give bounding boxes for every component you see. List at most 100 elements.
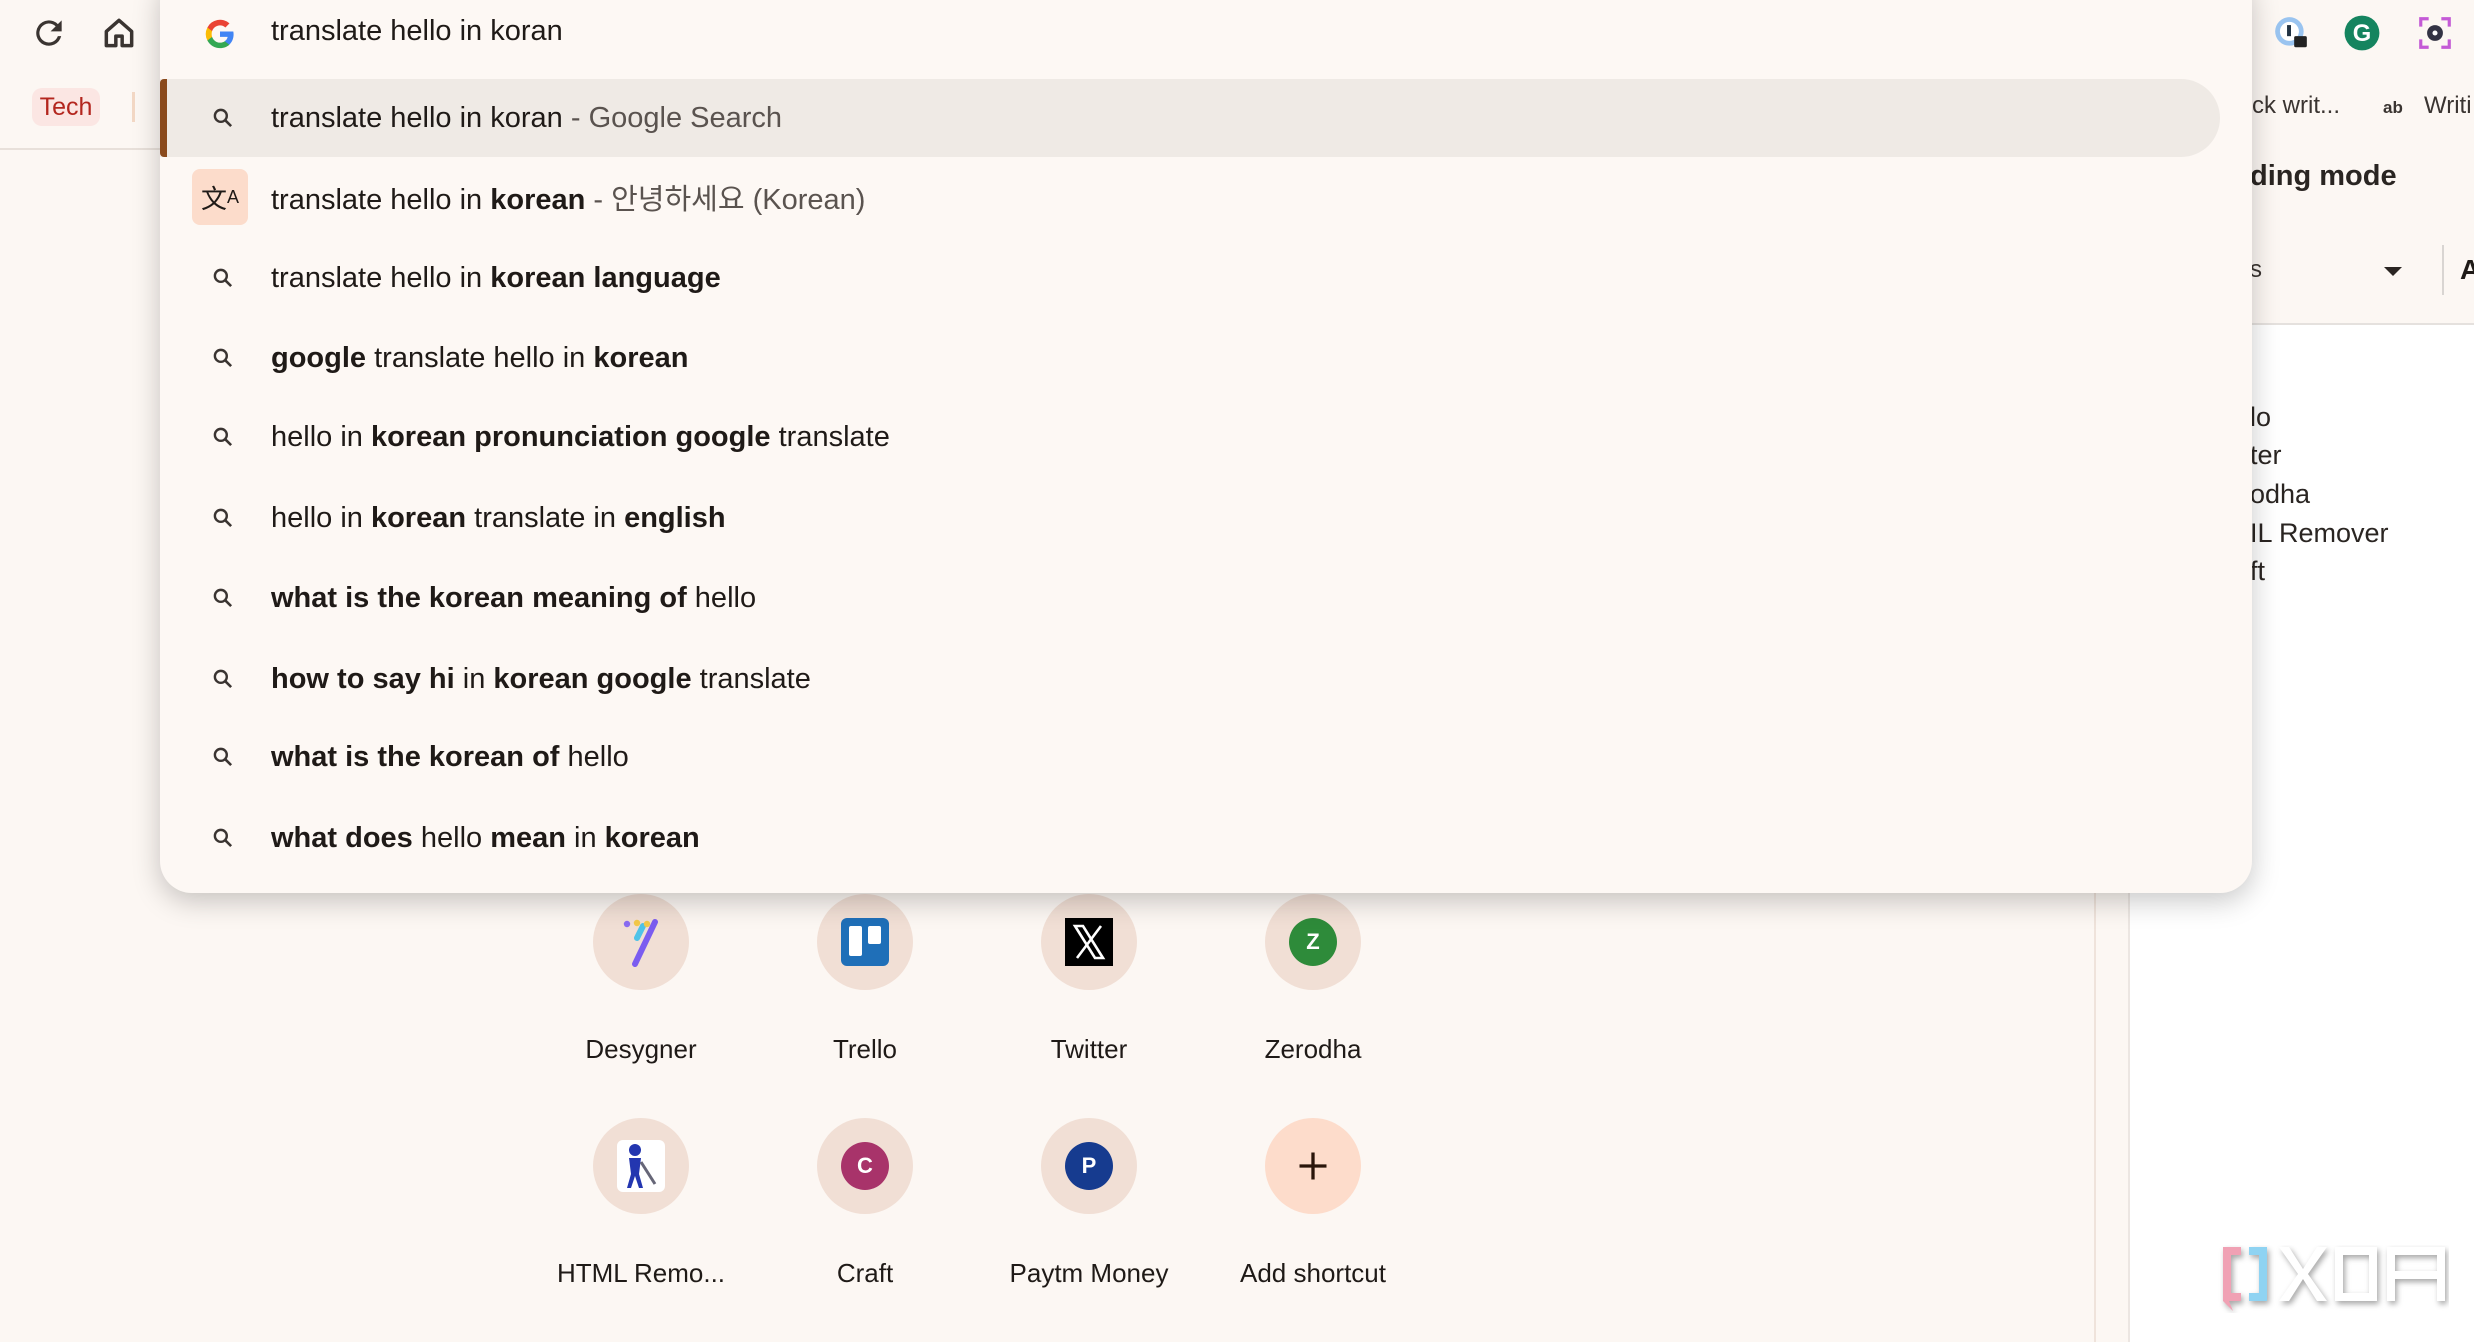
password-manager-icon[interactable] [2272, 14, 2310, 52]
suggestion-text-part: translate hello in koran [271, 101, 563, 134]
shortcut-label: Trello [832, 1034, 898, 1064]
bookmark-item[interactable]: ck writ... [2252, 92, 2340, 120]
suggestion-text: what does hello mean in korean [271, 822, 700, 855]
bookmark-folder-tech[interactable]: Tech [32, 88, 100, 126]
search-icon [206, 101, 240, 135]
search-icon [206, 501, 240, 535]
panel-resize-handle[interactable] [2128, 893, 2130, 1342]
shortcut-label: Add shortcut [1240, 1258, 1386, 1288]
shortcut-label: Craft [836, 1258, 894, 1288]
bookmark-item[interactable]: Writi [2424, 92, 2472, 120]
shortcut-tile[interactable]: P Paytm Money [989, 1118, 1189, 1289]
suggestion-match-bold: korean [604, 821, 700, 854]
suggestion-item[interactable]: 文 A translate hello in korean - 안녕하세요 (Kor… [160, 158, 2220, 236]
search-icon [206, 662, 240, 696]
shortcut-label: Twitter [1050, 1034, 1128, 1064]
suggestion-match-bold: korean [490, 184, 586, 216]
suggestion-text-part: hello [686, 581, 757, 614]
suggestion-match-bold: what does [271, 821, 413, 854]
suggestion-item[interactable]: translate hello in korean language [160, 239, 2220, 317]
suggestion-text-part: translate in [466, 501, 625, 534]
desygner-icon [593, 894, 689, 990]
suggestion-match-bold: what is the korean meaning of [271, 581, 687, 614]
suggestion-match-bold: mean [490, 821, 566, 854]
suggestion-item[interactable]: how to say hi in korean google translate [160, 640, 2220, 718]
toolbar-divider [2442, 245, 2444, 295]
suggestion-item[interactable]: what does hello mean in korean [160, 799, 2220, 877]
shortcut-tile[interactable]: Trello [765, 894, 965, 1065]
search-icon [206, 420, 240, 454]
suggestion-match-bold: korean language [490, 261, 721, 294]
shortcut-label: Desygner [585, 1034, 697, 1064]
shortcut-tile[interactable]: Desygner [541, 894, 741, 1065]
translate-icon: 文A [192, 169, 248, 225]
x-icon [1041, 894, 1137, 990]
letter-z-icon: Z [1265, 894, 1361, 990]
suggestion-text-part: hello [412, 821, 491, 854]
search-icon [206, 261, 240, 295]
reading-mode-title: ding mode [2250, 160, 2397, 192]
suggestion-match-bold: korean [370, 501, 467, 534]
html-remover-icon [593, 1118, 689, 1214]
suggestion-match-bold: english [624, 501, 726, 534]
reading-mode-item: ter [2250, 440, 2282, 470]
suggestion-text: hello in korean pronunciation google tra… [271, 421, 890, 454]
suggestion-text-part: hello in [271, 501, 371, 534]
letter-p-icon: P [1041, 1118, 1137, 1214]
reading-mode-item: odha [2250, 479, 2311, 509]
suggestion-text: how to say hi in korean google translate [271, 663, 811, 696]
reading-mode-item: IL Remover [2250, 518, 2389, 548]
bookmark-ab-icon: ab [2383, 98, 2403, 117]
suggestion-item[interactable]: what is the korean of hello [160, 718, 2220, 796]
xda-logo [2223, 1247, 2445, 1311]
screen-capture-icon[interactable] [2416, 14, 2454, 52]
suggestion-text: what is the korean meaning of hello [271, 582, 756, 615]
google-icon [205, 19, 234, 49]
suggestion-item[interactable]: google translate hello in korean [160, 319, 2220, 397]
chevron-down-icon[interactable] [2384, 267, 2402, 276]
add-shortcut-button[interactable]: Add shortcut [1213, 1118, 1413, 1289]
home-icon[interactable] [100, 14, 138, 52]
suggestion-item[interactable]: translate hello in koran - Google Search [160, 79, 2220, 157]
suggestion-item[interactable]: hello in korean pronunciation google tra… [160, 398, 2220, 476]
svg-text:G: G [2353, 20, 2371, 47]
suggestion-match-bold: google [271, 341, 367, 374]
suggestion-text-part: translate hello in [271, 261, 491, 294]
omnibox-input[interactable]: translate hello in koran [271, 15, 563, 48]
reading-mode-item: lo [2250, 402, 2272, 432]
suggestion-text-part: in [565, 821, 605, 854]
suggestion-text: what is the korean of hello [271, 741, 629, 774]
suggestion-text-part: translate hello in [366, 341, 594, 374]
search-icon [206, 581, 240, 615]
suggestion-match-bold: what is the korean of [271, 740, 560, 773]
trello-icon [817, 894, 913, 990]
suggestion-match-bold: how to say hi [271, 662, 455, 695]
suggestion-match-bold: korean pronunciation google [370, 420, 771, 453]
shortcut-label: HTML Remo... [556, 1258, 726, 1288]
shortcut-tile[interactable]: Z Zerodha [1213, 894, 1413, 1065]
shortcut-label: Zerodha [1264, 1034, 1362, 1064]
search-icon [206, 821, 240, 855]
shortcut-label: Paytm Money [1009, 1258, 1169, 1288]
reload-icon[interactable] [30, 14, 68, 52]
suggestion-text-part: translate hello in [271, 184, 491, 216]
shortcut-tile[interactable]: HTML Remo... [541, 1118, 741, 1289]
suggestion-text-part: in [454, 662, 494, 695]
suggestion-text-part: - 안녕하세요 (Korean) [585, 184, 866, 216]
letter-c-icon: C [817, 1118, 913, 1214]
suggestion-match-bold: korean [593, 341, 689, 374]
bookmark-separator [132, 92, 135, 122]
selected-indicator [160, 79, 167, 157]
font-size-button[interactable]: A [2460, 254, 2474, 286]
suggestion-text: google translate hello in korean [271, 342, 688, 375]
shortcut-tile[interactable]: Twitter [989, 894, 1189, 1065]
search-icon [206, 740, 240, 774]
suggestion-text: translate hello in korean - 안녕하세요 (Korea… [271, 176, 865, 218]
suggestion-match-bold: korean google [493, 662, 692, 695]
plus-icon [1265, 1118, 1361, 1214]
grammarly-icon[interactable]: G [2343, 14, 2381, 52]
suggestion-item[interactable]: hello in korean translate in english [160, 479, 2220, 557]
toolbar-divider [0, 148, 170, 150]
shortcut-tile[interactable]: C Craft [765, 1118, 965, 1289]
suggestion-item[interactable]: what is the korean meaning of hello [160, 559, 2220, 637]
